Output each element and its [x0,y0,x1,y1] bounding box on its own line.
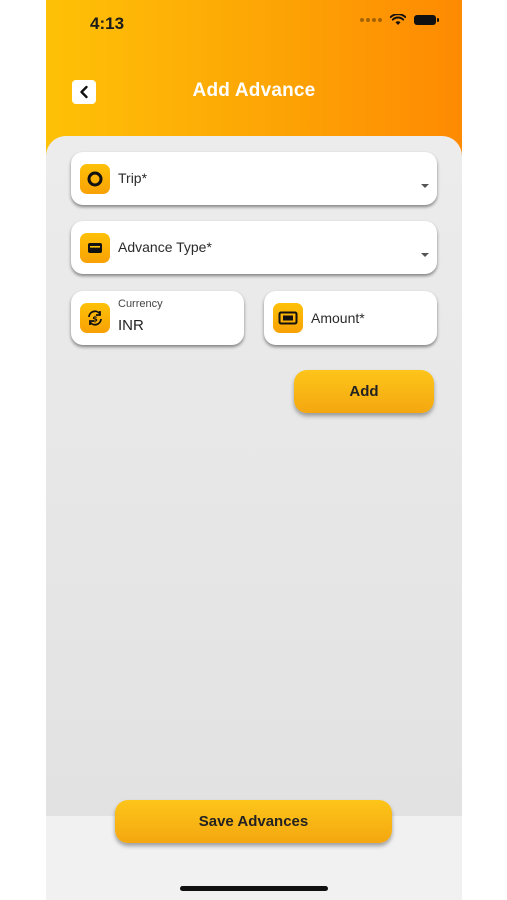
chevron-down-icon [421,184,429,188]
currency-value: INR [118,317,144,334]
trip-select[interactable]: Trip* [71,152,437,205]
chevron-down-icon [421,253,429,257]
amount-field[interactable]: Amount* [264,291,437,345]
app-screen: 4:13 Add Advance Trip* Advance Type* $ C… [46,0,462,900]
wifi-icon [390,14,406,25]
banknote-icon [278,311,298,325]
currency-exchange-icon: $ [88,310,102,326]
status-time: 4:13 [90,14,125,33]
advance-type-icon-box [80,232,110,263]
save-advances-button[interactable]: Save Advances [115,800,392,843]
home-indicator [180,886,328,891]
wallet-icon [88,242,102,253]
svg-text:$: $ [92,315,98,324]
trip-label: Trip* [118,170,148,186]
currency-icon-box: $ [80,303,110,333]
currency-field[interactable]: $ Currency INR [71,291,244,345]
advance-type-label: Advance Type* [118,239,212,255]
circle-icon [87,171,103,186]
advance-type-select[interactable]: Advance Type* [71,221,437,274]
currency-label: Currency [118,298,163,310]
page-title: Add Advance [192,80,316,101]
trip-icon-box [80,163,110,194]
signal-icon [360,18,382,22]
amount-input: Amount* [311,310,365,326]
status-icons [360,14,439,26]
amount-icon-box [273,303,303,333]
battery-icon [414,15,439,25]
add-button[interactable]: Add [294,370,434,413]
